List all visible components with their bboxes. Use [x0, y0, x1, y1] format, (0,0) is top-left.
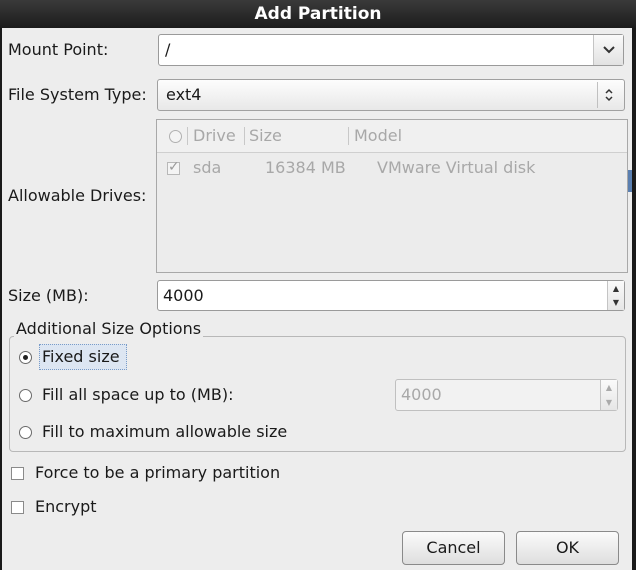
updown-arrows-icon: [597, 82, 620, 108]
encrypt-checkbox[interactable]: [11, 501, 24, 514]
column-separator: [244, 127, 245, 145]
dialog-title: Add Partition: [0, 0, 636, 28]
fill-space-spinbox[interactable]: 4000 ▲ ▼: [395, 379, 618, 411]
fill-space-label[interactable]: Fill all space up to (MB):: [42, 383, 233, 407]
column-header-model[interactable]: Model: [354, 120, 402, 152]
ok-button[interactable]: OK: [516, 531, 619, 565]
drive-name: sda: [193, 158, 222, 177]
additional-size-options-title: Additional Size Options: [14, 318, 204, 340]
size-label: Size (MB):: [8, 286, 89, 305]
column-header-size[interactable]: Size: [249, 120, 282, 152]
fill-max-radio[interactable]: [19, 426, 32, 439]
file-system-type-value: ext4: [166, 85, 202, 104]
fill-space-radio[interactable]: [19, 389, 32, 402]
checkmark-icon: ✓: [168, 159, 180, 175]
header-select-icon: [169, 130, 182, 143]
window-border-left: [0, 28, 2, 570]
drive-size: 16384 MB: [265, 158, 346, 177]
primary-partition-checkbox[interactable]: [11, 467, 24, 480]
column-separator: [348, 127, 349, 145]
size-spinbox[interactable]: 4000 ▲ ▼: [157, 280, 625, 311]
mount-point-combo[interactable]: /: [158, 34, 624, 66]
file-system-type-select[interactable]: ext4: [157, 79, 625, 111]
encrypt-label[interactable]: Encrypt: [35, 495, 97, 519]
fill-space-value: 4000: [401, 385, 442, 404]
window-border-right: [632, 28, 636, 570]
file-system-type-label: File System Type:: [8, 85, 147, 104]
drives-table[interactable]: Drive Size Model ✓ sda 16384 MB VMware V…: [156, 119, 628, 273]
spin-arrows-icon[interactable]: ▲ ▼: [607, 281, 624, 310]
mount-point-label: Mount Point:: [8, 40, 109, 59]
fill-max-label[interactable]: Fill to maximum allowable size: [42, 420, 287, 444]
chevron-down-icon[interactable]: [593, 35, 623, 65]
fixed-size-radio[interactable]: [19, 351, 32, 364]
column-header-drive[interactable]: Drive: [193, 120, 236, 152]
fixed-size-label[interactable]: Fixed size: [42, 345, 120, 369]
drive-checkbox[interactable]: ✓: [167, 159, 180, 175]
primary-partition-label[interactable]: Force to be a primary partition: [35, 461, 280, 485]
drives-table-header: Drive Size Model: [157, 120, 627, 153]
size-value[interactable]: 4000: [163, 281, 204, 310]
drive-model: VMware Virtual disk: [377, 158, 536, 177]
table-row[interactable]: ✓ sda 16384 MB VMware Virtual disk: [157, 153, 627, 183]
column-separator: [187, 127, 188, 145]
allowable-drives-label: Allowable Drives:: [8, 186, 147, 205]
add-partition-dialog: Add Partition Mount Point: / File System…: [0, 0, 636, 570]
cancel-button[interactable]: Cancel: [402, 531, 505, 565]
spin-arrows-icon[interactable]: ▲ ▼: [600, 380, 617, 410]
background-window-strip: [628, 170, 632, 192]
mount-point-value[interactable]: /: [165, 35, 170, 65]
